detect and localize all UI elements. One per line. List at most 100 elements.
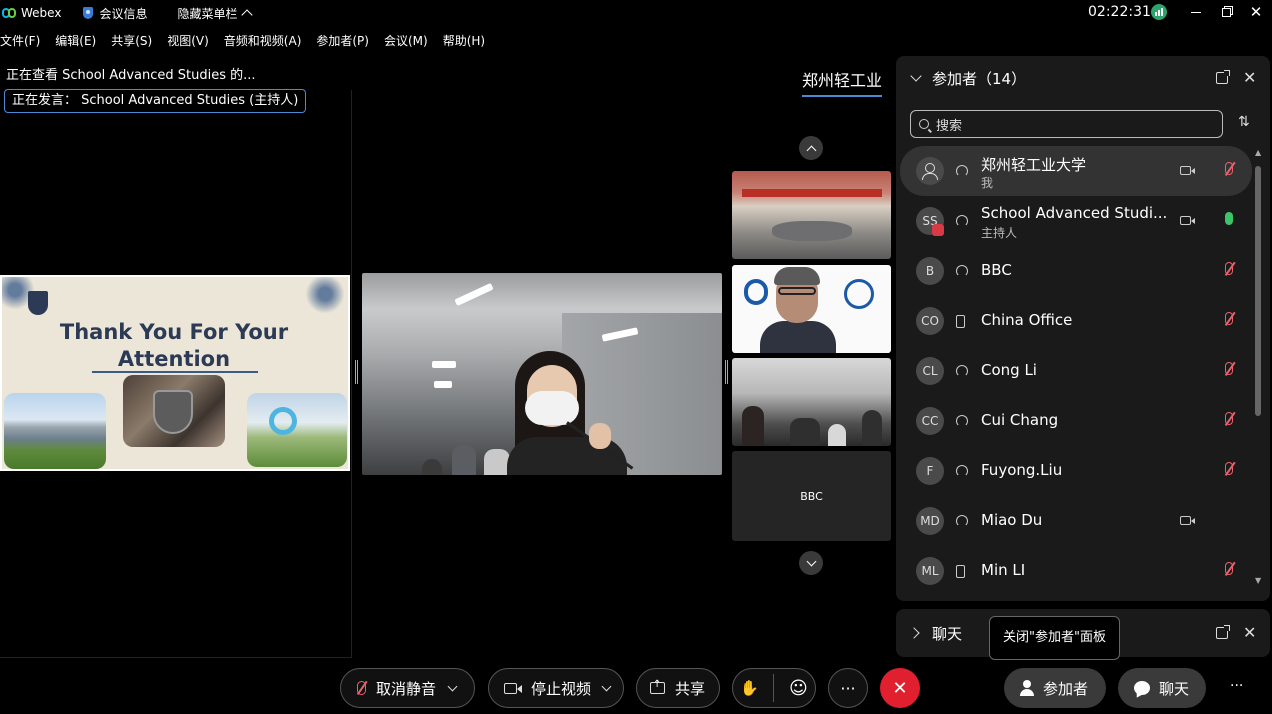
speaker-figure xyxy=(507,351,634,475)
scroll-down-arrow-icon[interactable]: ▼ xyxy=(1255,576,1261,585)
video-icon xyxy=(1180,166,1195,175)
mic-active-icon xyxy=(1225,212,1233,225)
menu-file[interactable]: 文件(F) xyxy=(0,32,40,52)
minimize-button[interactable] xyxy=(1186,2,1206,22)
meeting-timer: 02:22:31 xyxy=(1088,4,1151,20)
menu-view[interactable]: 视图(V) xyxy=(167,32,209,52)
close-chat-button[interactable]: ✕ xyxy=(1243,623,1256,642)
participant-row[interactable]: F Fuyong.Liu xyxy=(900,446,1252,496)
participant-row[interactable]: MD Miao Du xyxy=(900,496,1252,546)
tooltip: 关闭"参加者"面板 xyxy=(989,616,1120,660)
participant-row[interactable]: 郑州轻工业大学 我 xyxy=(900,146,1252,196)
avatar: CL xyxy=(916,357,944,385)
chat-toggle-button[interactable]: 聊天 xyxy=(1118,668,1206,708)
menu-meeting[interactable]: 会议(M) xyxy=(384,32,428,52)
reactions-icon[interactable]: ☺ xyxy=(789,678,808,699)
share-button[interactable]: 共享 xyxy=(636,668,720,708)
phone-icon xyxy=(956,314,965,328)
avatar: CC xyxy=(916,407,944,435)
popout-icon[interactable] xyxy=(1216,70,1230,84)
group-photo xyxy=(123,375,225,447)
main-speaker-video[interactable] xyxy=(362,273,722,475)
share-label: 共享 xyxy=(675,679,706,698)
slide-divider xyxy=(92,371,258,373)
scrollbar-thumb[interactable] xyxy=(1255,166,1261,416)
window-close-button[interactable]: ✕ xyxy=(1246,2,1266,22)
webex-logo-icon xyxy=(2,8,16,18)
headset-icon xyxy=(956,265,968,277)
overflow-menu-button[interactable]: ··· xyxy=(1230,678,1243,694)
chevron-right-icon[interactable] xyxy=(908,627,920,639)
participants-toggle-button[interactable]: 参加者 xyxy=(1004,668,1106,708)
chat-panel-title: 聊天 xyxy=(932,624,963,643)
share-screen-icon xyxy=(650,679,665,694)
participants-panel-header[interactable]: 参加者（14） xyxy=(896,56,1270,100)
audio-options-chevron-icon[interactable] xyxy=(447,681,458,691)
mic-muted-icon xyxy=(1225,362,1233,375)
headset-icon xyxy=(956,465,968,477)
mic-muted-icon xyxy=(1225,262,1233,275)
video-options-chevron-icon[interactable] xyxy=(601,681,612,691)
participant-name: School Advanced Studi... xyxy=(981,204,1168,222)
video-thumbnail[interactable] xyxy=(732,358,891,446)
slide-decoration xyxy=(302,277,348,317)
menu-audio-video[interactable]: 音频和视频(A) xyxy=(224,32,302,52)
participant-scrollbar[interactable]: ▲ ▼ xyxy=(1254,148,1262,588)
leave-meeting-button[interactable]: ✕ xyxy=(880,668,920,708)
restore-icon xyxy=(1221,7,1231,17)
resize-handle-left[interactable] xyxy=(355,360,358,384)
raise-hand-icon[interactable]: ✋ xyxy=(740,679,759,697)
sort-button[interactable]: ⇅ xyxy=(1238,114,1250,130)
meeting-info-button[interactable]: 会议信息 xyxy=(83,5,147,22)
participant-search-input[interactable]: 搜索 xyxy=(910,110,1223,138)
shared-slide: Thank You For Your Attention xyxy=(0,275,350,471)
active-speaker-label: 正在发言： School Advanced Studies (主持人) xyxy=(4,89,307,113)
menu-edit[interactable]: 编辑(E) xyxy=(55,32,96,52)
chevron-up-icon xyxy=(806,145,816,155)
participant-row[interactable]: B BBC xyxy=(900,246,1252,296)
minimize-icon xyxy=(1191,11,1201,13)
headset-icon xyxy=(956,515,968,527)
headset-icon xyxy=(956,415,968,427)
unmute-button[interactable]: 取消静音 xyxy=(340,668,475,708)
video-thumbnail-bbc[interactable]: BBC xyxy=(732,451,891,541)
more-options-button[interactable]: ··· xyxy=(828,668,868,708)
participants-panel: 参加者（14） ✕ 搜索 ⇅ 郑州轻工业大学 我 SS School Advan… xyxy=(896,56,1270,601)
restore-button[interactable] xyxy=(1216,2,1236,22)
chevron-down-icon[interactable] xyxy=(910,70,922,82)
video-thumbnail[interactable] xyxy=(732,265,891,353)
participant-row[interactable]: SS School Advanced Studi... 主持人 xyxy=(900,196,1252,246)
chevron-down-icon xyxy=(806,556,816,566)
participant-row[interactable]: CC Cui Chang xyxy=(900,396,1252,446)
participant-row[interactable]: ML Min LI xyxy=(900,546,1252,596)
resize-handle-right[interactable] xyxy=(725,360,728,384)
menu-help[interactable]: 帮助(H) xyxy=(443,32,485,52)
school-crest-icon xyxy=(28,291,48,315)
app-brand: Webex xyxy=(2,6,61,20)
scroll-up-arrow-icon[interactable]: ▲ xyxy=(1255,148,1261,157)
slide-title: Thank You For Your Attention xyxy=(59,320,289,371)
participant-row[interactable]: CL Cong Li xyxy=(900,346,1252,396)
network-signal-icon[interactable] xyxy=(1151,4,1167,20)
close-panel-button[interactable]: ✕ xyxy=(1243,68,1256,87)
hide-menubar-button[interactable]: 隐藏菜单栏 xyxy=(177,5,254,22)
scroll-up-button[interactable] xyxy=(799,136,823,160)
participants-toggle-label: 参加者 xyxy=(1043,679,1089,698)
stop-video-button[interactable]: 停止视频 xyxy=(488,668,624,708)
popout-icon[interactable] xyxy=(1216,625,1230,639)
mic-muted-icon[interactable] xyxy=(1225,162,1233,175)
reactions-group: ✋ ☺ xyxy=(732,668,816,708)
video-icon xyxy=(1180,516,1195,525)
meeting-info-label: 会议信息 xyxy=(99,6,148,21)
participant-name: Min LI xyxy=(981,561,1026,579)
menu-share[interactable]: 共享(S) xyxy=(111,32,152,52)
headset-icon xyxy=(956,165,968,177)
mic-muted-icon xyxy=(1225,562,1233,575)
chat-icon xyxy=(1134,681,1150,695)
participant-row[interactable]: CO China Office xyxy=(900,296,1252,346)
video-thumbnail[interactable] xyxy=(732,171,891,259)
stop-video-label: 停止视频 xyxy=(531,679,592,698)
menu-participants[interactable]: 参加者(P) xyxy=(316,32,369,52)
hide-menubar-label: 隐藏菜单栏 xyxy=(177,6,238,21)
scroll-down-button[interactable] xyxy=(799,551,823,575)
